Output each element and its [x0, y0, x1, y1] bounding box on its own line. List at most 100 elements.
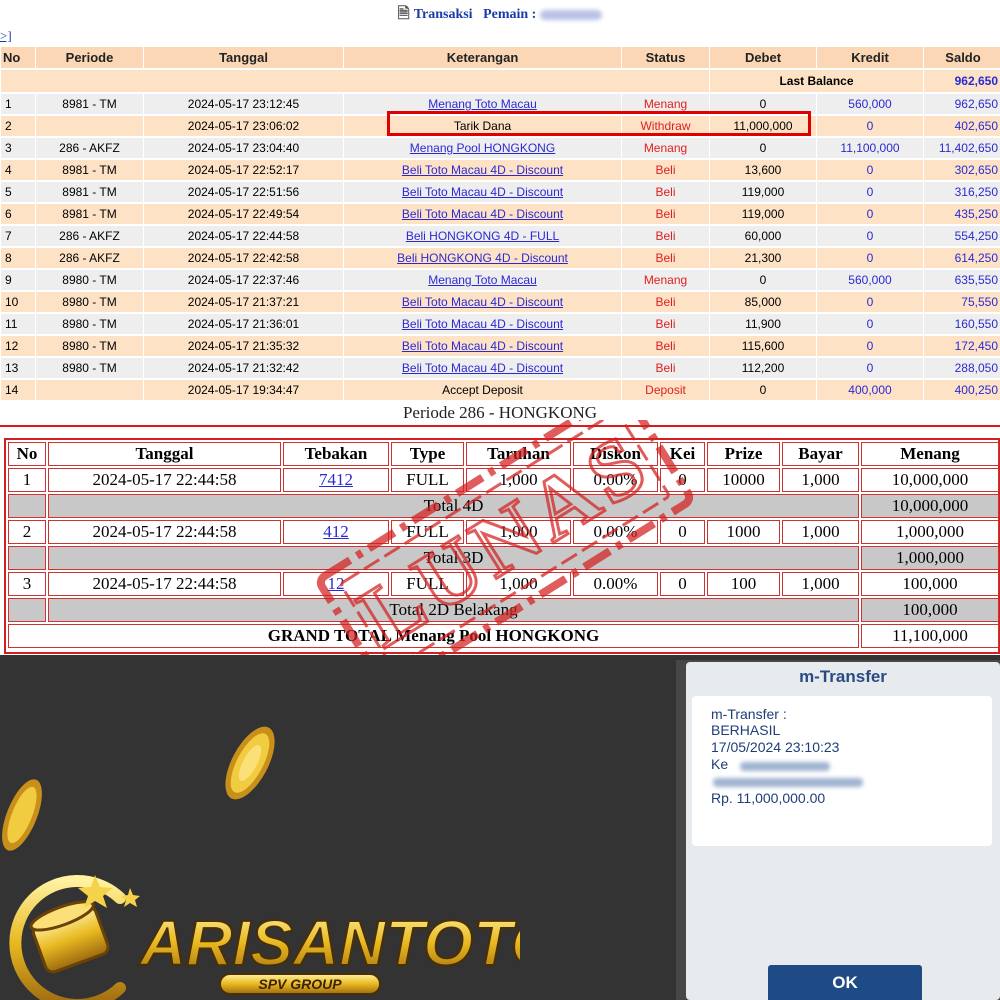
- cell-periode: 8980 - TM: [36, 336, 143, 356]
- cell-keterangan: Beli Toto Macau 4D - Discount: [344, 204, 621, 224]
- cell-debet: 85,000: [710, 292, 816, 312]
- cell-saldo: 172,450: [924, 336, 1000, 356]
- periode-cell-diskon: 0.00%: [573, 520, 658, 544]
- cell-debet: 13,600: [710, 160, 816, 180]
- periode-total-label: Total 3D: [48, 546, 859, 570]
- col-header-status: Status: [622, 47, 709, 68]
- periode-row: 3 2024-05-17 22:44:58 12 FULL 1,000 0.00% 0 100…: [8, 572, 999, 596]
- cell-periode: 286 - AKFZ: [36, 138, 143, 158]
- cell-debet: 0: [710, 270, 816, 290]
- periode-col-header: No: [8, 442, 46, 466]
- cell-tanggal: 2024-05-17 21:35:32: [144, 336, 343, 356]
- keterangan-link[interactable]: Beli Toto Macau 4D - Discount: [402, 339, 563, 353]
- table-row: 6 8981 - TM 2024-05-17 22:49:54 Beli Toto M…: [1, 204, 1000, 224]
- table-row: 8 286 - AKFZ 2024-05-17 22:42:58 Beli HONGK…: [1, 248, 1000, 268]
- cell-status: Beli: [622, 358, 709, 378]
- back-link[interactable]: >]: [0, 28, 12, 44]
- cell-saldo: 302,650: [924, 160, 1000, 180]
- periode-cell-bayar: 1,000: [782, 468, 859, 492]
- periode-cell-tanggal: 2024-05-17 22:44:58: [48, 520, 281, 544]
- transaction-table: No Periode Tanggal Keterangan Status Deb…: [0, 45, 1000, 402]
- title-transaksi: Transaksi: [413, 7, 473, 22]
- cell-periode: 8980 - TM: [36, 292, 143, 312]
- cell-saldo: 75,550: [924, 292, 1000, 312]
- cell-tanggal: 2024-05-17 22:52:17: [144, 160, 343, 180]
- cell-debet: 112,200: [710, 358, 816, 378]
- cell-tanggal: 2024-05-17 21:36:01: [144, 314, 343, 334]
- cell-saldo: 402,650: [924, 116, 1000, 136]
- cell-kredit: 560,000: [817, 270, 923, 290]
- keterangan-link[interactable]: Menang Toto Macau: [428, 97, 537, 111]
- periode-total-value: 1,000,000: [861, 546, 999, 570]
- keterangan-link[interactable]: Beli Toto Macau 4D - Discount: [402, 207, 563, 221]
- cell-no: 1: [1, 94, 35, 114]
- transfer-header: m-Transfer: [799, 667, 887, 686]
- periode-total-row: Total 3D 1,000,000: [8, 546, 999, 570]
- cell-saldo: 288,050: [924, 358, 1000, 378]
- transfer-datetime: 17/05/2024 23:10:23: [711, 739, 840, 755]
- periode-col-header: Diskon: [573, 442, 658, 466]
- cell-keterangan: Beli HONGKONG 4D - Discount: [344, 248, 621, 268]
- last-balance-value: 962,650: [924, 70, 1000, 92]
- last-balance-label: Last Balance: [710, 70, 923, 92]
- cell-periode: 8980 - TM: [36, 358, 143, 378]
- cell-status: Beli: [622, 182, 709, 202]
- cell-debet: 0: [710, 380, 816, 400]
- cell-keterangan: Beli HONGKONG 4D - FULL: [344, 226, 621, 246]
- keterangan-link[interactable]: Beli Toto Macau 4D - Discount: [402, 163, 563, 177]
- periode-divider: [0, 425, 1000, 427]
- cell-kredit: 0: [817, 336, 923, 356]
- keterangan-link[interactable]: Beli Toto Macau 4D - Discount: [402, 185, 563, 199]
- cell-status: Menang: [622, 270, 709, 290]
- periode-cell-tanggal: 2024-05-17 22:44:58: [48, 572, 281, 596]
- keterangan-link[interactable]: Beli Toto Macau 4D - Discount: [402, 361, 563, 375]
- table-row: 12 8980 - TM 2024-05-17 21:35:32 Beli Toto …: [1, 336, 1000, 356]
- cell-keterangan: Menang Toto Macau: [344, 270, 621, 290]
- periode-cell-tebakan: 7412: [283, 468, 389, 492]
- cell-kredit: 400,000: [817, 380, 923, 400]
- keterangan-link[interactable]: Menang Pool HONGKONG: [410, 141, 555, 155]
- tebakan-link[interactable]: 12: [328, 574, 345, 593]
- cell-tanggal: 2024-05-17 19:34:47: [144, 380, 343, 400]
- account-name-blurred: [713, 778, 863, 787]
- periode-col-header: Type: [391, 442, 464, 466]
- cell-keterangan: Beli Toto Macau 4D - Discount: [344, 182, 621, 202]
- periode-total-value: 100,000: [861, 598, 999, 622]
- keterangan-link[interactable]: Menang Toto Macau: [428, 273, 537, 287]
- periode-cell-bayar: 1,000: [782, 520, 859, 544]
- cell-status: Beli: [622, 248, 709, 268]
- periode-cell-kei: 0: [660, 520, 705, 544]
- ok-button[interactable]: OK: [768, 965, 922, 1000]
- cell-no: 5: [1, 182, 35, 202]
- keterangan-link[interactable]: Beli HONGKONG 4D - Discount: [397, 251, 568, 265]
- cell-no: 10: [1, 292, 35, 312]
- cell-periode: 8981 - TM: [36, 182, 143, 202]
- keterangan-link[interactable]: Beli Toto Macau 4D - Discount: [402, 317, 563, 331]
- keterangan-link[interactable]: Beli Toto Macau 4D - Discount: [402, 295, 563, 309]
- grand-total-row: GRAND TOTAL Menang Pool HONGKONG 11,100,0…: [8, 624, 999, 648]
- gold-coin-icon: [225, 726, 275, 800]
- cell-tanggal: 2024-05-17 21:32:42: [144, 358, 343, 378]
- periode-cell-diskon: 0.00%: [573, 572, 658, 596]
- tebakan-link[interactable]: 7412: [319, 470, 353, 489]
- cell-tanggal: 2024-05-17 23:06:02: [144, 116, 343, 136]
- table-row: 11 8980 - TM 2024-05-17 21:36:01 Beli Toto …: [1, 314, 1000, 334]
- cell-no: 6: [1, 204, 35, 224]
- cell-tanggal: 2024-05-17 22:49:54: [144, 204, 343, 224]
- col-header-debet: Debet: [710, 47, 816, 68]
- periode-col-header: Menang: [861, 442, 999, 466]
- periode-cell-type: FULL: [391, 520, 464, 544]
- last-balance-row: Last Balance 962,650: [1, 70, 1000, 92]
- page-title: 🗎 Transaksi Pemain :: [0, 0, 1000, 28]
- cell-status: Menang: [622, 138, 709, 158]
- table-header-row: No Periode Tanggal Keterangan Status Deb…: [1, 47, 1000, 68]
- keterangan-link[interactable]: Beli HONGKONG 4D - FULL: [406, 229, 559, 243]
- cell-status: Beli: [622, 226, 709, 246]
- periode-total-row: Total 2D Belakang 100,000: [8, 598, 999, 622]
- cell-tanggal: 2024-05-17 21:37:21: [144, 292, 343, 312]
- cell-keterangan: Beli Toto Macau 4D - Discount: [344, 292, 621, 312]
- cell-kredit: 0: [817, 116, 923, 136]
- cell-no: 4: [1, 160, 35, 180]
- cell-kredit: 0: [817, 248, 923, 268]
- tebakan-link[interactable]: 412: [323, 522, 349, 541]
